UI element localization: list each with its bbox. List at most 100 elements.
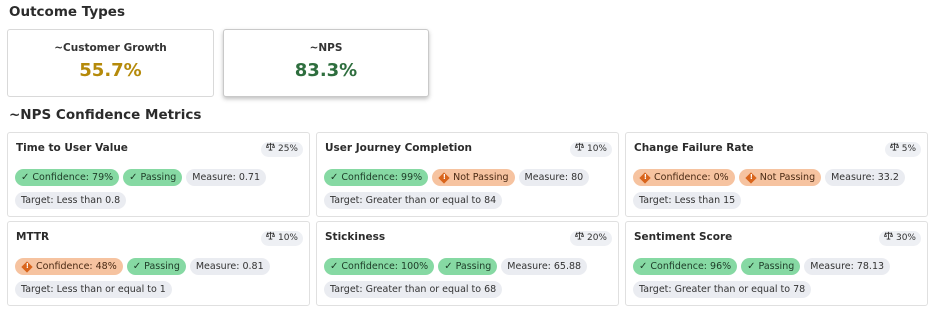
metrics-heading: ~NPS Confidence Metrics bbox=[9, 107, 202, 123]
outcome-value: 83.3% bbox=[294, 60, 358, 81]
measure-text: Measure: 0.71 bbox=[192, 172, 260, 183]
confidence-chip: ✓ Confidence: 96% bbox=[633, 258, 738, 275]
weight-badge: 5% bbox=[884, 142, 921, 157]
check-icon: ✓ bbox=[639, 260, 648, 272]
weight-value: 20% bbox=[586, 233, 607, 243]
passing-text: Not Passing bbox=[759, 172, 816, 183]
weight-value: 10% bbox=[277, 233, 298, 243]
target-chip: Target: Greater than or equal to 84 bbox=[324, 192, 503, 209]
target-text: Target: Greater than or equal to 78 bbox=[639, 284, 806, 295]
passing-chip: Not Passing bbox=[432, 169, 515, 186]
warning-icon bbox=[639, 171, 651, 184]
confidence-chip: ✓ Confidence: 79% bbox=[15, 169, 120, 186]
metric-card[interactable]: Stickiness 20% ✓ Confidence: 100% ✓ Passing Me… bbox=[316, 221, 619, 306]
weight-badge: 10% bbox=[569, 142, 612, 157]
check-icon: ✓ bbox=[129, 171, 138, 183]
outcome-label: ~NPS bbox=[309, 42, 343, 54]
metric-target-row: Target: Less than or equal to 1 bbox=[15, 281, 172, 298]
check-icon: ✓ bbox=[330, 171, 339, 183]
target-chip: Target: Greater than or equal to 68 bbox=[324, 281, 503, 298]
passing-text: Passing bbox=[455, 261, 492, 272]
confidence-chip: Confidence: 0% bbox=[633, 169, 735, 186]
metric-name: Time to User Value bbox=[16, 142, 128, 154]
weight-value: 25% bbox=[277, 144, 298, 154]
outcome-card-customer-growth[interactable]: ~Customer Growth 55.7% bbox=[7, 29, 214, 97]
metric-name: Stickiness bbox=[325, 231, 386, 243]
outcome-label: ~Customer Growth bbox=[54, 42, 167, 54]
passing-chip: ✓ Passing bbox=[126, 258, 186, 275]
scale-icon bbox=[574, 142, 585, 157]
measure-text: Measure: 65.88 bbox=[507, 261, 582, 272]
check-icon: ✓ bbox=[330, 260, 339, 272]
metric-target-row: Target: Greater than or equal to 68 bbox=[324, 281, 503, 298]
metric-name: Sentiment Score bbox=[634, 231, 733, 243]
warning-icon bbox=[745, 171, 757, 184]
metric-card[interactable]: Change Failure Rate 5% Confidence: 0% Not P… bbox=[625, 132, 928, 217]
target-chip: Target: Greater than or equal to 78 bbox=[633, 281, 812, 298]
check-icon: ✓ bbox=[132, 260, 142, 272]
measure-chip: Measure: 0.71 bbox=[186, 169, 266, 186]
check-icon: ✓ bbox=[21, 171, 30, 183]
scale-icon bbox=[889, 142, 899, 157]
measure-text: Measure: 80 bbox=[524, 172, 584, 183]
outcome-types-heading: Outcome Types bbox=[9, 4, 126, 20]
target-text: Target: Less than 15 bbox=[639, 195, 736, 206]
check-icon: ✓ bbox=[747, 260, 756, 272]
metric-name: User Journey Completion bbox=[325, 142, 473, 154]
metric-status-row: ✓Confidence: 99% Not Passing Measure: 80 bbox=[324, 169, 590, 186]
target-chip: Target: Less than 0.8 bbox=[15, 192, 127, 209]
metric-status-row: Confidence: 0% Not Passing Measure: 33.2 bbox=[633, 169, 905, 186]
metric-card[interactable]: Time to User Value 25% ✓ Confidence: 79% ✓ Pa… bbox=[7, 132, 310, 217]
passing-chip: ✓ Passing bbox=[741, 258, 801, 275]
outcome-card-nps[interactable]: ~NPS 83.3% bbox=[223, 29, 429, 97]
confidence-text: Confidence: 96% bbox=[650, 261, 732, 272]
scale-icon bbox=[265, 142, 276, 157]
metric-name: Change Failure Rate bbox=[634, 142, 754, 154]
confidence-text: Confidence: 99% bbox=[341, 172, 423, 183]
metric-status-row: ✓ Confidence: 96% ✓ Passing Measure: 78.13 bbox=[633, 258, 891, 275]
confidence-text: Confidence: 79% bbox=[32, 172, 114, 183]
passing-text: Passing bbox=[144, 261, 180, 272]
passing-chip: ✓ Passing bbox=[123, 169, 183, 186]
metric-name: MTTR bbox=[16, 231, 50, 243]
weight-badge: 10% bbox=[260, 231, 303, 246]
metric-status-row: ✓ Confidence: 100% ✓ Passing Measure: 65.88 bbox=[324, 258, 588, 275]
confidence-text: Confidence: 48% bbox=[36, 261, 117, 272]
confidence-chip: Confidence: 48% bbox=[15, 258, 123, 275]
target-chip: Target: Less than 15 bbox=[633, 192, 742, 209]
weight-value: 5% bbox=[901, 144, 916, 154]
metric-status-row: ✓ Confidence: 79% ✓ Passing Measure: 0.71 bbox=[15, 169, 266, 186]
outcome-value: 55.7% bbox=[79, 60, 142, 81]
metric-target-row: Target: Less than 15 bbox=[633, 192, 742, 209]
scale-icon bbox=[265, 231, 276, 246]
measure-chip: Measure: 80 bbox=[518, 169, 590, 186]
confidence-text: Confidence: 100% bbox=[341, 261, 429, 272]
weight-value: 10% bbox=[586, 144, 607, 154]
passing-chip: ✓ Passing bbox=[438, 258, 498, 275]
weight-badge: 20% bbox=[569, 231, 612, 246]
metric-target-row: Target: Greater than or equal to 84 bbox=[324, 192, 503, 209]
confidence-chip: ✓ Confidence: 100% bbox=[324, 258, 435, 275]
weight-badge: 25% bbox=[260, 142, 303, 157]
metric-target-row: Target: Greater than or equal to 78 bbox=[633, 281, 812, 298]
scale-icon bbox=[883, 231, 894, 246]
scale-icon bbox=[574, 231, 585, 246]
target-text: Target: Greater than or equal to 84 bbox=[330, 195, 497, 206]
measure-chip: Measure: 65.88 bbox=[501, 258, 588, 275]
measure-text: Measure: 0.81 bbox=[195, 261, 264, 272]
target-chip: Target: Less than or equal to 1 bbox=[15, 281, 172, 298]
passing-text: Not Passing bbox=[453, 172, 509, 183]
weight-badge: 30% bbox=[878, 231, 921, 246]
measure-chip: Measure: 78.13 bbox=[804, 258, 891, 275]
metric-status-row: Confidence: 48% ✓Passing Measure: 0.81 bbox=[15, 258, 270, 275]
target-text: Target: Less than or equal to 1 bbox=[21, 284, 166, 295]
metric-card[interactable]: Sentiment Score 30% ✓ Confidence: 96% ✓ Passi… bbox=[625, 221, 928, 306]
metric-card[interactable]: User Journey Completion 10% ✓ Confidence: 9… bbox=[316, 132, 619, 217]
measure-text: Measure: 33.2 bbox=[831, 172, 899, 183]
measure-text: Measure: 78.13 bbox=[810, 261, 885, 272]
passing-chip: Not Passing bbox=[738, 169, 822, 186]
target-text: Target: Less than 0.8 bbox=[21, 195, 121, 206]
confidence-chip: ✓ Confidence: 99% bbox=[324, 169, 429, 186]
metric-card[interactable]: MTTR 10% Confidence: 48% ✓Passing Measure: 0… bbox=[7, 221, 310, 306]
measure-chip: Measure: 0.81 bbox=[189, 258, 270, 275]
